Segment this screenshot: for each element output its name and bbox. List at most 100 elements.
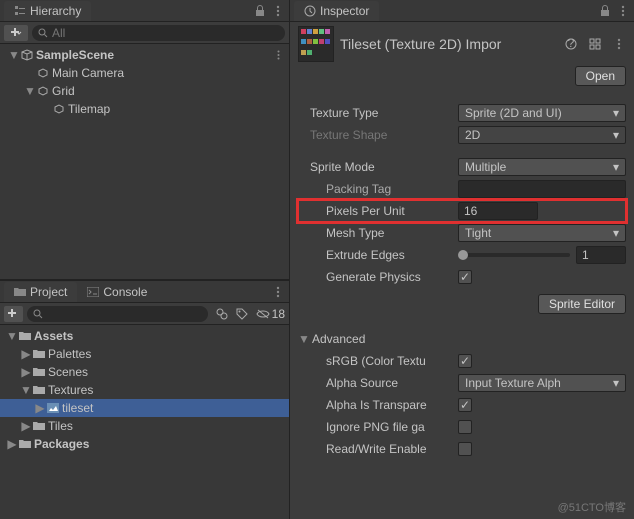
srgb-label: sRGB (Color Textu	[298, 354, 458, 368]
hidden-count: 18	[272, 307, 285, 321]
add-button[interactable]	[4, 306, 23, 322]
search-icon	[33, 309, 43, 319]
extrude-edges-label: Extrude Edges	[298, 248, 458, 262]
sprite-editor-button[interactable]: Sprite Editor	[538, 294, 626, 314]
gameobject-label: Main Camera	[52, 66, 124, 80]
preset-icon[interactable]	[588, 37, 602, 51]
project-tab-label: Project	[30, 285, 67, 299]
scene-row[interactable]: ▼ SampleScene	[0, 46, 289, 64]
texture-shape-dropdown: 2D▾	[458, 126, 626, 144]
gameobject-row[interactable]: Tilemap	[0, 100, 289, 118]
fold-icon[interactable]: ▼	[20, 383, 32, 397]
inspector-header: Inspector	[290, 0, 634, 22]
fold-icon[interactable]: ▼	[8, 48, 20, 62]
chevron-down-icon: ▾	[613, 106, 619, 120]
pixels-per-unit-input[interactable]	[458, 202, 538, 220]
inspector-icon	[304, 5, 316, 17]
hierarchy-tree: ▼ SampleScene Main Camera ▼ Grid Tilemap	[0, 44, 289, 279]
generate-physics-checkbox[interactable]: ✓	[458, 270, 472, 284]
folder-icon	[32, 419, 46, 433]
gameobject-icon	[36, 84, 50, 98]
gameobject-icon	[36, 66, 50, 80]
chevron-down-icon: ▾	[613, 376, 619, 390]
folder-row[interactable]: ▶Scenes	[0, 363, 289, 381]
console-tab-label: Console	[103, 285, 147, 299]
fold-icon[interactable]: ▼	[6, 329, 18, 343]
lock-icon[interactable]	[253, 4, 267, 18]
hierarchy-icon	[14, 5, 26, 17]
project-search-input[interactable]	[47, 307, 202, 321]
project-tree: ▼ Assets ▶Palettes ▶Scenes ▼ Textures ▶til…	[0, 325, 289, 519]
fold-icon[interactable]: ▼	[24, 84, 36, 98]
folder-label: Assets	[34, 329, 73, 343]
asset-row-tileset[interactable]: ▶tileset	[0, 399, 289, 417]
svg-text:?: ?	[568, 38, 575, 50]
ignore-png-label: Ignore PNG file ga	[298, 420, 458, 434]
extrude-edges-value[interactable]	[576, 246, 626, 264]
search-icon	[38, 28, 48, 38]
filter-type-icon[interactable]	[216, 307, 228, 321]
read-write-checkbox[interactable]	[458, 442, 472, 456]
advanced-label: Advanced	[312, 332, 365, 346]
context-menu-icon[interactable]	[271, 285, 285, 299]
texture-type-label: Texture Type	[298, 106, 458, 120]
folder-row[interactable]: ▶Palettes	[0, 345, 289, 363]
project-header: Project Console	[0, 281, 289, 303]
sprite-mode-dropdown[interactable]: Multiple▾	[458, 158, 626, 176]
fold-icon[interactable]: ▶	[6, 437, 18, 451]
folder-icon	[18, 329, 32, 343]
folder-label: Packages	[34, 437, 89, 451]
console-tab[interactable]: Console	[77, 282, 157, 302]
image-icon	[46, 401, 60, 415]
hierarchy-search[interactable]	[32, 25, 285, 41]
context-menu-icon[interactable]	[271, 4, 285, 18]
extrude-edges-slider[interactable]	[458, 253, 570, 257]
hidden-icon[interactable]: 18	[256, 307, 285, 321]
hierarchy-search-input[interactable]	[52, 26, 279, 40]
gameobject-row[interactable]: ▼ Grid	[0, 82, 289, 100]
hierarchy-tab[interactable]: Hierarchy	[4, 1, 91, 21]
folder-row[interactable]: ▼ Textures	[0, 381, 289, 399]
alpha-source-dropdown[interactable]: Input Texture Alph▾	[458, 374, 626, 392]
hierarchy-header: Hierarchy	[0, 0, 289, 22]
project-search[interactable]	[27, 306, 208, 322]
open-button[interactable]: Open	[575, 66, 626, 86]
context-menu-icon[interactable]	[616, 4, 630, 18]
inspector-tab[interactable]: Inspector	[294, 1, 379, 21]
fold-icon[interactable]: ▶	[20, 347, 32, 361]
folder-row[interactable]: ▶Tiles	[0, 417, 289, 435]
chevron-down-icon: ▾	[613, 128, 619, 142]
help-icon[interactable]: ?	[564, 37, 578, 51]
fold-icon[interactable]: ▶	[20, 365, 32, 379]
gameobject-row[interactable]: Main Camera	[0, 64, 289, 82]
lock-icon[interactable]	[598, 4, 612, 18]
folder-label: Textures	[48, 383, 93, 397]
texture-type-dropdown[interactable]: Sprite (2D and UI)▾	[458, 104, 626, 122]
folder-row[interactable]: ▼ Assets	[0, 327, 289, 345]
packing-tag-input[interactable]	[458, 180, 626, 198]
mesh-type-dropdown[interactable]: Tight▾	[458, 224, 626, 242]
context-menu-icon[interactable]	[271, 50, 285, 60]
context-menu-icon[interactable]	[612, 37, 626, 51]
fold-icon[interactable]: ▶	[34, 401, 46, 415]
add-button[interactable]	[4, 25, 28, 41]
fold-icon[interactable]: ▶	[20, 419, 32, 433]
project-tab[interactable]: Project	[4, 282, 77, 302]
watermark: @51CTO博客	[558, 499, 626, 515]
project-toolbar: 18	[0, 303, 289, 325]
generate-physics-label: Generate Physics	[298, 270, 458, 284]
folder-row[interactable]: ▶ Packages	[0, 435, 289, 453]
texture-shape-label: Texture Shape	[298, 128, 458, 142]
texture-preview[interactable]	[298, 26, 334, 62]
filter-label-icon[interactable]	[236, 307, 248, 321]
asset-title: Tileset (Texture 2D) Impor	[340, 36, 554, 52]
srgb-checkbox[interactable]: ✓	[458, 354, 472, 368]
alpha-transparency-checkbox[interactable]: ✓	[458, 398, 472, 412]
sprite-mode-label: Sprite Mode	[298, 160, 458, 174]
chevron-down-icon: ▾	[613, 160, 619, 174]
ignore-png-checkbox[interactable]	[458, 420, 472, 434]
fold-icon[interactable]: ▼	[298, 332, 310, 346]
scene-icon	[20, 48, 34, 62]
folder-icon	[32, 365, 46, 379]
advanced-section-header[interactable]: ▼ Advanced	[298, 328, 626, 350]
